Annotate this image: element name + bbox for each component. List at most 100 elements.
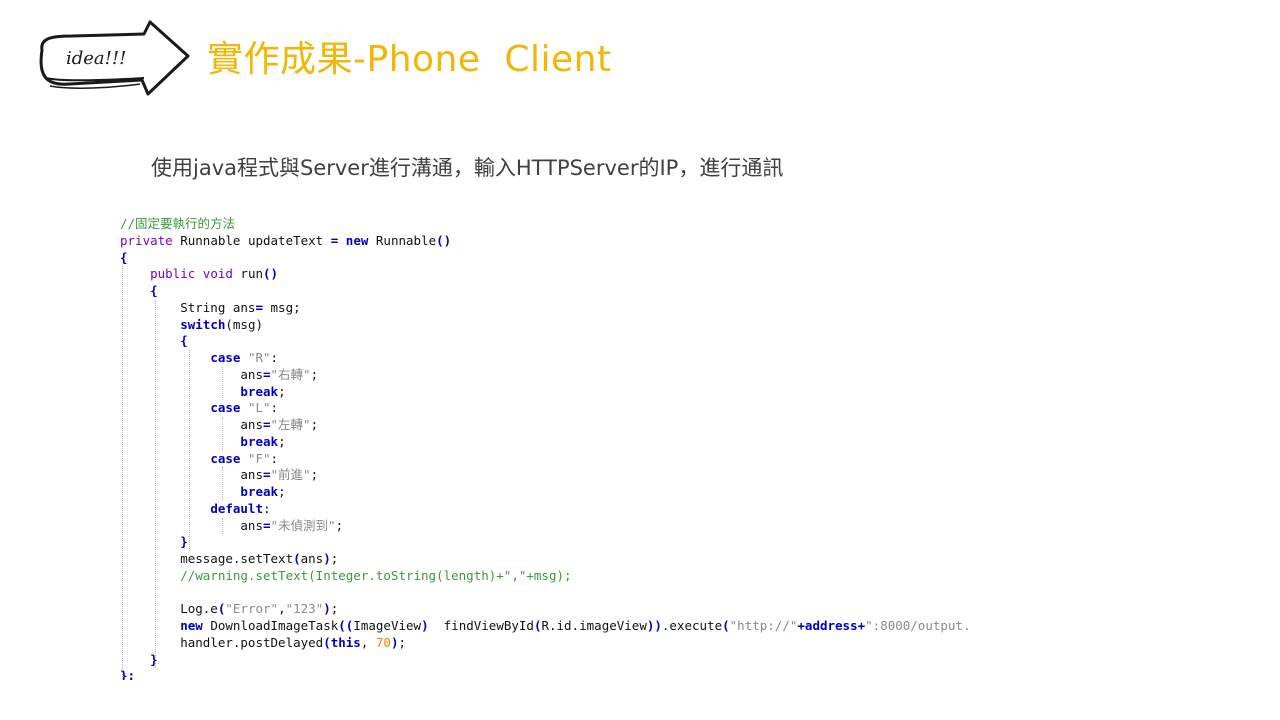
code-line: ans="未偵測到"; [120,518,1100,535]
code-token: .execute [661,618,723,633]
indent-guide [222,467,224,501]
code-token: ans [120,417,263,432]
code-token: "R" [247,350,271,365]
indent-guide [121,266,123,680]
code-token: run [232,266,264,282]
code-token: case [210,350,241,365]
code-line: ans="前進"; [120,467,1100,484]
indent-guide [188,350,190,551]
code-token: ) [323,551,331,566]
code-token: public [150,266,196,282]
code-line: default: [120,501,1100,518]
code-line: message.setText(ans); [120,551,1100,568]
indent-guide [222,517,224,535]
code-line: private Runnable updateText = new Runnab… [120,233,1100,250]
code-token: ans [120,517,263,533]
code-line: //warning.setText(Integer.toString(lengt… [120,568,1100,585]
code-token: //固定要執行的方法 [120,216,236,231]
code-token: ) [421,618,429,633]
code-token: } [180,534,188,550]
code-line: } [120,534,1100,551]
code-token: ( [293,551,301,566]
code-line: ans="右轉"; [120,367,1100,384]
logo-text: idea!!! [66,48,126,69]
code-token: () [436,232,452,248]
code-line: break; [120,384,1100,401]
code-token: void [202,266,233,282]
code-token: "http://" [729,618,798,633]
idea-logo: idea!!! [39,20,190,96]
code-token: ; [310,366,319,382]
code-token: "L" [247,400,271,416]
code-token: ; [310,417,319,432]
code-token: ; [310,467,319,483]
code-line: case "F": [120,451,1100,468]
code-line: case "L": [120,400,1100,417]
code-line: public void run() [120,266,1100,283]
code-token: ans [300,551,324,566]
code-line: new DownloadImageTask((ImageView) findVi… [120,618,1100,635]
code-line: ans="左轉"; [120,417,1100,434]
code-token: String ans [120,299,256,315]
code-token: Log.e [120,601,218,617]
indent-guide [222,366,224,401]
code-token: 70 [375,634,391,650]
code-token: "左轉" [270,417,311,432]
code-token: = [255,299,263,315]
code-token: new [180,618,203,633]
code-token: (( [338,618,354,633]
code-token: () [263,266,279,282]
code-token: findViewById [428,618,534,633]
code-token: ; [278,484,286,499]
code-token: ; [278,383,286,399]
code-token: = [263,467,271,483]
code-line: break; [120,434,1100,451]
slide-subtitle: 使用java程式與Server進行溝通，輸入HTTPServer的IP，進行通訊 [151,156,784,180]
indent-guide [154,299,156,669]
code-line: //固定要執行的方法 [120,216,1100,233]
code-token: this [330,634,361,650]
code-token: msg; [263,299,301,315]
code-token: { [150,283,158,298]
code-token: : [270,350,279,365]
code-line: Log.e("Error","123"); [120,601,1100,618]
code-token: : [263,500,271,516]
code-token: break [240,383,279,399]
code-token: ; [335,517,344,533]
code-token: )) [646,618,662,633]
code-token: DownloadImageTask [202,618,339,633]
code-token: break [240,484,279,499]
code-token: "未偵測到" [270,517,336,533]
code-token: { [120,249,128,265]
code-line: break; [120,484,1100,501]
code-token: ans [120,366,263,382]
code-token: ans [120,467,263,483]
code-token: : [270,450,279,466]
code-token: { [180,333,188,349]
code-token: Runnable updateText [172,232,331,248]
code-token: ; [330,601,339,617]
code-line: String ans= msg; [120,300,1100,317]
code-token: handler.postDelayed [120,634,324,650]
code-token: (msg) [225,316,264,332]
code-token: "F" [247,450,271,466]
code-block: //固定要執行的方法 private Runnable updateText = … [120,216,1100,680]
code-token: "右轉" [270,366,311,382]
code-token: : [270,400,279,416]
code-token: ; [278,433,286,449]
code-token: , [360,634,376,650]
code-line: { [120,283,1100,300]
